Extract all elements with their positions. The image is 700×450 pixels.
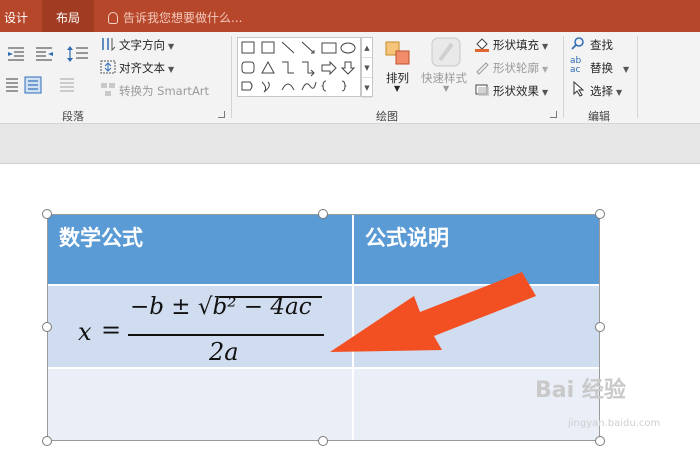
resize-handle-left[interactable]	[42, 322, 52, 332]
text-direction-icon	[102, 38, 116, 52]
paint-bucket-icon	[475, 38, 489, 52]
tell-me-text: 告诉我您想要做什么...	[123, 11, 243, 25]
resize-handle-bottom-right[interactable]	[595, 436, 605, 446]
ribbon-separator	[231, 36, 232, 118]
align-text-button[interactable]: 对齐文本 ▼	[119, 60, 174, 76]
ruler-area	[0, 124, 700, 164]
shape-outline-label: 形状轮廓	[493, 61, 539, 75]
scroll-up-icon[interactable]: ▲	[362, 38, 372, 58]
resize-handle-top[interactable]	[318, 209, 328, 219]
text-direction-label: 文字方向	[119, 38, 165, 52]
resize-handle-top-left[interactable]	[42, 209, 52, 219]
shape-outline-button[interactable]: 形状轮廓 ▼	[493, 60, 548, 76]
shape-effects-label: 形状效果	[493, 84, 539, 98]
alignment-icons[interactable]	[4, 76, 88, 94]
baidu-watermark-url: jingyan.baidu.com	[568, 418, 661, 429]
lightbulb-icon	[108, 12, 118, 24]
scroll-down-icon[interactable]: ▼	[362, 58, 372, 78]
paragraph-group-label: 段落	[62, 110, 84, 123]
convert-smartart-button[interactable]: 转换为 SmartArt	[119, 83, 209, 99]
align-text-icon	[100, 60, 116, 74]
tell-me-box[interactable]: 告诉我您想要做什么...	[108, 9, 242, 26]
find-icon	[571, 37, 584, 50]
resize-handle-top-right[interactable]	[595, 209, 605, 219]
resize-handle-right[interactable]	[595, 322, 605, 332]
shape-fill-button[interactable]: 形状填充 ▼	[493, 37, 548, 53]
indent-icons[interactable]	[6, 44, 56, 64]
arrange-caret: ▼	[394, 84, 401, 93]
tab-design[interactable]: 设计	[4, 9, 28, 26]
align-text-label: 对齐文本	[119, 61, 165, 75]
shapes-gallery-icons	[241, 41, 356, 93]
ribbon-separator	[637, 36, 638, 118]
arrow-shape	[330, 272, 536, 352]
select-button[interactable]: 选择 ▼	[590, 83, 622, 99]
select-cursor-icon	[573, 81, 584, 97]
shape-fill-label: 形状填充	[493, 38, 539, 52]
ribbon: 文字方向 ▼ 对齐文本 ▼ 转换为 SmartArt 段落 ▲ ▼ ▼ 排列 ▼…	[0, 32, 700, 124]
editing-group-label: 编辑	[588, 110, 610, 123]
ribbon-tab-bar: 设计 布局 告诉我您想要做什么...	[0, 0, 700, 32]
replace-button[interactable]: 替换 ▼	[590, 60, 629, 76]
gallery-more-icon[interactable]: ▼	[362, 78, 372, 98]
shapes-scroll[interactable]: ▲ ▼ ▼	[361, 37, 373, 98]
shape-effects-icon	[475, 84, 489, 96]
shapes-gallery[interactable]	[237, 37, 361, 97]
tab-layout[interactable]: 布局	[42, 0, 95, 32]
baidu-watermark-logo: Bai 经验	[535, 378, 626, 403]
quick-styles-caret: ▼	[443, 84, 450, 93]
replace-icon: ab ac	[570, 56, 582, 75]
select-label: 选择	[590, 84, 613, 98]
smartart-icon	[101, 83, 115, 96]
ribbon-separator	[563, 36, 564, 118]
replace-label: 替换	[590, 61, 613, 75]
resize-handle-bottom[interactable]	[318, 436, 328, 446]
pen-icon	[476, 62, 489, 75]
paragraph-launcher-icon[interactable]	[218, 111, 225, 118]
quick-styles-icon	[431, 37, 461, 67]
drawing-launcher-icon[interactable]	[550, 111, 557, 118]
annotation-arrow	[330, 272, 536, 352]
shape-effects-button[interactable]: 形状效果 ▼	[493, 83, 548, 99]
resize-handle-bottom-left[interactable]	[42, 436, 52, 446]
drawing-group-label: 绘图	[376, 110, 398, 123]
text-direction-button[interactable]: 文字方向 ▼	[119, 37, 174, 53]
find-button[interactable]: 查找	[590, 37, 613, 53]
line-spacing-icon[interactable]	[66, 44, 94, 64]
arrange-icon	[385, 41, 410, 65]
